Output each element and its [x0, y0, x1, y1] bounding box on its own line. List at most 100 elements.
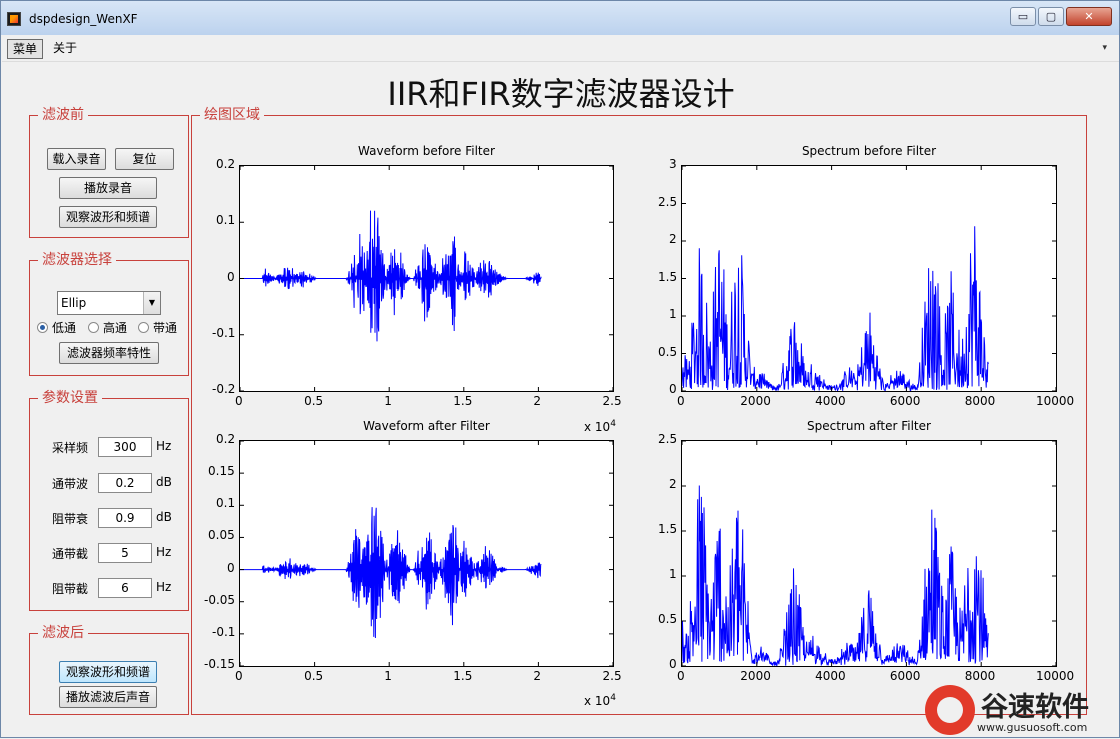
- panel-after-filter: 滤波后 观察波形和频谱 播放滤波后声音: [29, 625, 189, 715]
- app-window: dspdesign_WenXF ▭ ▢ ✕ 菜单 关于 ▾ IIR和FIR数字滤…: [0, 0, 1120, 738]
- plot-svg: [240, 441, 613, 666]
- y-tick-label: -0.15: [204, 657, 236, 671]
- y-tick-label: 2: [669, 232, 677, 246]
- x-tick-label: 4000: [815, 394, 846, 408]
- y-tick-label: 1: [669, 307, 677, 321]
- x-tick-label: 6000: [889, 669, 921, 683]
- x-tick-label: 0: [677, 669, 685, 683]
- series-line: [240, 210, 542, 342]
- x-tick-label: 0: [235, 669, 243, 683]
- x-tick-label: 8000: [964, 394, 996, 408]
- y-tick-label: 2.5: [658, 194, 678, 209]
- plot-title-waveform-after: Waveform after Filter: [363, 419, 490, 433]
- x-tick-label: 1: [384, 669, 392, 683]
- minimize-button[interactable]: ▭: [1010, 7, 1036, 26]
- matlab-icon: [7, 12, 21, 26]
- filter-type-value: Ellip: [61, 296, 87, 310]
- logo-icon: [925, 685, 975, 735]
- radio-lowpass[interactable]: 低通: [37, 320, 76, 336]
- window-title: dspdesign_WenXF: [29, 12, 138, 26]
- menu-item-menu[interactable]: 菜单: [7, 39, 44, 59]
- y-tick-label: -0.05: [204, 592, 236, 607]
- param-unit: dB: [156, 510, 172, 524]
- panel-title: 滤波后: [38, 625, 88, 641]
- stopband-attenuation-input[interactable]: 0.9: [98, 508, 152, 528]
- filter-frequency-response-button[interactable]: 滤波器频率特性: [59, 342, 159, 364]
- y-tick-label: 1.5: [658, 269, 678, 284]
- radio-label: 低通: [52, 321, 77, 335]
- stopband-cutoff-input[interactable]: 6: [98, 578, 152, 598]
- y-tick-label: 0: [669, 657, 677, 671]
- plot-svg: [682, 441, 1056, 666]
- radio-label: 带通: [153, 321, 178, 335]
- param-label: 阻带截: [52, 582, 89, 596]
- radio-highpass[interactable]: 高通: [88, 320, 127, 336]
- watermark: 谷速软件 www.gusuosoft.com: [919, 683, 1120, 739]
- maximize-button[interactable]: ▢: [1038, 7, 1064, 26]
- radio-unchecked-icon: [88, 322, 99, 333]
- plot-title-spectrum-before: Spectrum before Filter: [801, 144, 937, 158]
- passband-cutoff-input[interactable]: 5: [98, 543, 152, 563]
- sample-rate-input[interactable]: 300: [98, 437, 152, 457]
- plot-title-waveform-before: Waveform before Filter: [358, 144, 495, 158]
- x-tick-label: 10000: [1036, 394, 1075, 408]
- filter-type-select[interactable]: Ellip ▼: [57, 291, 161, 315]
- radio-label: 高通: [103, 321, 128, 335]
- param-unit: Hz: [156, 439, 172, 453]
- chevron-down-icon[interactable]: ▾: [1102, 43, 1107, 53]
- y-tick-label: 2: [669, 477, 677, 491]
- x-tick-label: 1.5: [453, 669, 473, 683]
- panel-parameters: 参数设置 采样频 300 Hz 通带波 0.2 dB 阻带衰 0.9 dB 通带…: [29, 390, 189, 611]
- axes-waveform-after[interactable]: [239, 440, 614, 667]
- menu-bar: 菜单 关于 ▾: [2, 35, 1119, 62]
- x-tick-label: 2.5: [602, 669, 622, 683]
- y-tick-label: 0: [669, 382, 677, 396]
- load-recording-button[interactable]: 载入录音: [47, 148, 106, 170]
- page-title: IIR和FIR数字滤波器设计: [387, 75, 735, 113]
- panel-title: 滤波器选择: [38, 252, 116, 268]
- x-tick-label: 6000: [889, 394, 921, 408]
- panel-title: 滤波前: [38, 107, 88, 123]
- x-tick-label: 2: [533, 669, 542, 683]
- param-unit: Hz: [156, 545, 172, 559]
- y-tick-label: 0: [227, 269, 235, 284]
- y-tick-label: 1.5: [658, 522, 678, 536]
- x-tick-label: 2.5: [602, 394, 622, 408]
- x-tick-label: 0.5: [304, 669, 324, 683]
- observe-before-button[interactable]: 观察波形和频谱: [59, 206, 157, 228]
- y-tick-label: 0.15: [208, 464, 235, 479]
- x-tick-label: 0: [235, 394, 243, 408]
- x-tick-label: 0.5: [304, 394, 324, 408]
- y-tick-label: 0.2: [216, 157, 236, 171]
- chevron-down-icon[interactable]: ▼: [143, 292, 160, 314]
- axes-spectrum-after[interactable]: [681, 440, 1057, 667]
- y-tick-label: -0.2: [212, 382, 236, 396]
- play-recording-button[interactable]: 播放录音: [59, 177, 157, 199]
- param-label: 阻带衰: [52, 512, 89, 526]
- play-filtered-button[interactable]: 播放滤波后声音: [59, 686, 157, 708]
- y-tick-label: 0: [227, 560, 235, 575]
- panel-title: 参数设置: [38, 390, 102, 406]
- close-button[interactable]: ✕: [1066, 7, 1112, 26]
- x-tick-label: 0: [677, 394, 685, 408]
- x-tick-label: 10000: [1036, 669, 1075, 683]
- panel-title: 绘图区域: [200, 107, 264, 123]
- passband-ripple-input[interactable]: 0.2: [98, 473, 152, 493]
- menu-item-about[interactable]: 关于: [48, 39, 82, 59]
- observe-after-button[interactable]: 观察波形和频谱: [59, 661, 157, 683]
- param-label: 通带截: [52, 547, 89, 561]
- axes-waveform-before[interactable]: [239, 165, 614, 392]
- param-label: 通带波: [52, 477, 89, 491]
- x-tick-label: 8000: [964, 669, 996, 683]
- y-tick-label: 2.5: [658, 432, 678, 446]
- reset-button[interactable]: 复位: [115, 148, 174, 170]
- x-tick-label: 1.5: [453, 394, 473, 408]
- radio-bandpass[interactable]: 带通: [138, 320, 177, 336]
- series-line: [682, 226, 989, 391]
- y-tick-label: 0.5: [658, 344, 678, 359]
- y-tick-label: 0.2: [216, 432, 236, 446]
- radio-checked-icon: [37, 322, 48, 333]
- y-tick-label: 0.1: [216, 496, 236, 511]
- panel-filter-select: 滤波器选择 Ellip ▼ 低通 高通 带通 滤波器频率特性: [29, 252, 189, 376]
- axes-spectrum-before[interactable]: [681, 165, 1057, 392]
